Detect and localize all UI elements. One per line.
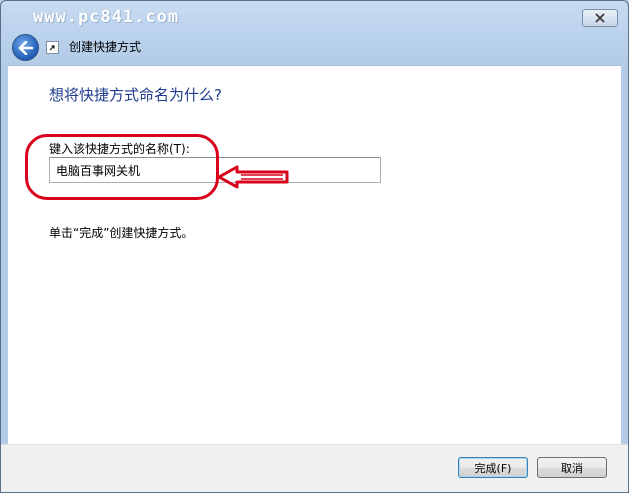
red-circle-annotation: [25, 134, 219, 200]
finish-hint: 单击“完成”创建快捷方式。: [49, 226, 194, 240]
page-heading: 想将快捷方式命名为什么?: [49, 86, 222, 104]
wizard-content: 想将快捷方式命名为什么? 键入该快捷方式的名称(T): 单击“完成”创建快捷方式…: [8, 65, 621, 444]
back-arrow-icon: [18, 40, 33, 55]
shortcut-icon: [46, 41, 59, 54]
red-arrow-annotation: [217, 165, 289, 189]
finish-button[interactable]: 完成(F): [458, 457, 528, 478]
watermark-text: www.pc841.com: [33, 7, 180, 27]
wizard-window: www.pc841.com 创建快捷方式 想将快捷方式命名为什么? 键入该快捷方…: [0, 0, 629, 493]
back-button[interactable]: [12, 34, 39, 61]
close-icon: [595, 13, 605, 23]
cancel-button[interactable]: 取消: [537, 457, 607, 478]
close-button[interactable]: [582, 9, 618, 27]
wizard-footer: 完成(F) 取消: [1, 444, 628, 492]
window-title: 创建快捷方式: [69, 40, 142, 54]
